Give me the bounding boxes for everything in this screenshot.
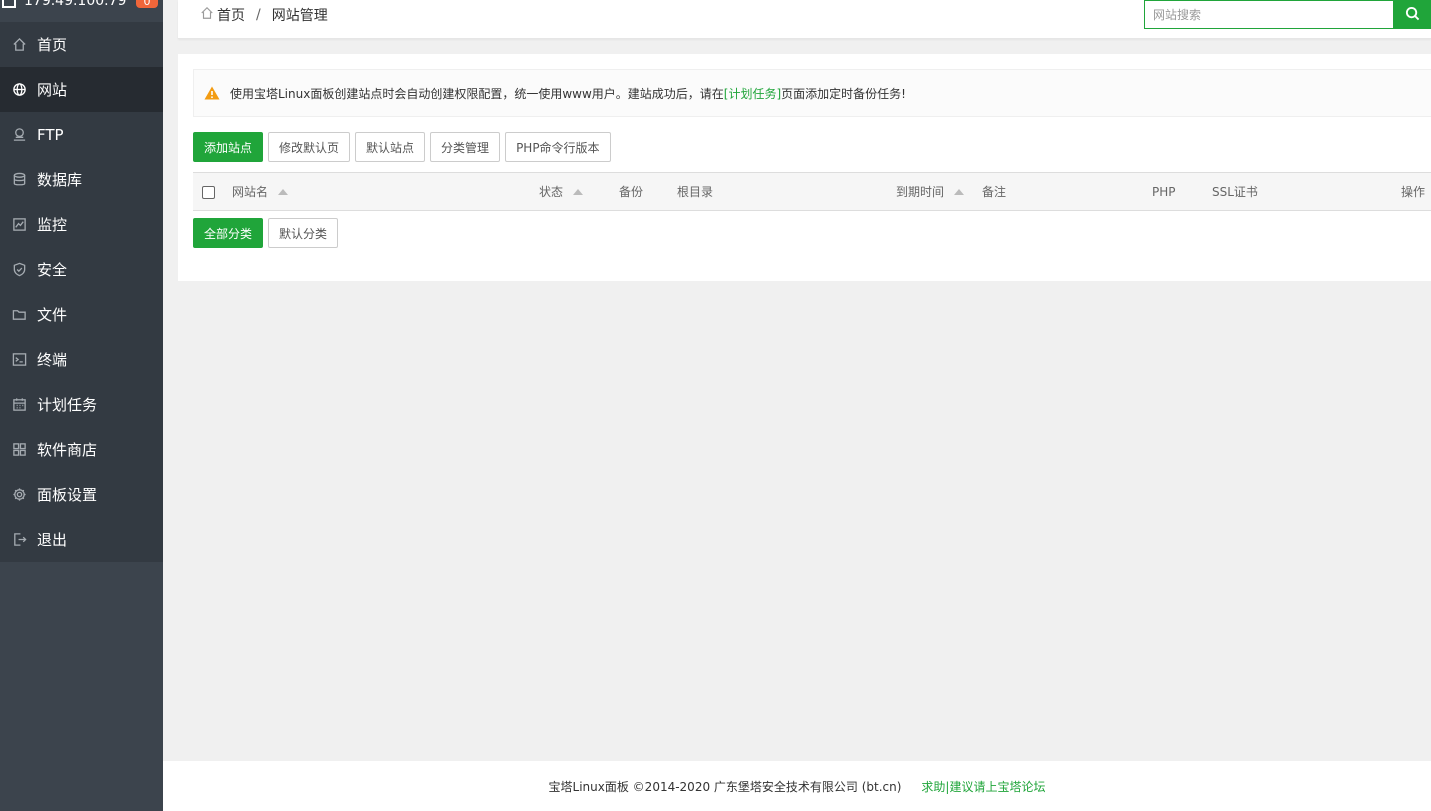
breadcrumb-current: 网站管理 (271, 8, 328, 24)
sidebar-item-label: 计划任务 (37, 396, 98, 414)
sidebar-item-files[interactable]: 文件 (0, 292, 163, 337)
shield-icon (11, 262, 27, 278)
notification-badge[interactable]: 0 (136, 0, 158, 8)
sidebar-item-label: 数据库 (37, 171, 83, 189)
copyright-text: 宝塔Linux面板 ©2014-2020 广东堡塔安全技术有限公司 (bt.cn… (548, 779, 902, 794)
sidebar-item-label: 网站 (37, 81, 68, 99)
category-manage-button[interactable]: 分类管理 (430, 132, 501, 162)
home-icon (11, 37, 27, 53)
breadcrumb-separator: / (256, 7, 261, 23)
column-php: PHP (1152, 173, 1176, 211)
sidebar-item-label: 面板设置 (37, 486, 98, 504)
globe-icon (11, 82, 27, 98)
cron-task-link[interactable]: [计划任务] (724, 85, 781, 102)
sidebar-item-cron[interactable]: 计划任务 (0, 382, 163, 427)
server-icon (2, 0, 16, 8)
sort-up-icon[interactable] (278, 189, 289, 195)
sidebar-item-database[interactable]: 数据库 (0, 157, 163, 202)
sidebar-item-label: FTP (37, 125, 64, 144)
column-label: 根目录 (677, 185, 714, 199)
modify-default-page-button[interactable]: 修改默认页 (268, 132, 351, 162)
table-header: 网站名 状态 备份 根目录 到期时间 备注 PHP SSL证书 操作 (193, 172, 1431, 211)
sort-up-icon[interactable] (573, 189, 584, 195)
info-alert: 使用宝塔Linux面板创建站点时会自动创建权限配置，统一使用www用户。建站成功… (193, 69, 1431, 117)
column-site-name[interactable]: 网站名 (232, 173, 289, 211)
sidebar: 179.49.100.79 0 首页 网站 FTP 数据库 监控 安全 文件 终… (0, 0, 163, 811)
sidebar-header: 179.49.100.79 0 (0, 0, 163, 22)
monitor-icon (11, 217, 27, 233)
category-tabs: 全部分类 默认分类 (193, 218, 343, 248)
sidebar-item-label: 退出 (37, 531, 68, 549)
toolbar: 添加站点 修改默认页 默认站点 分类管理 PHP命令行版本 (193, 132, 616, 162)
column-backup: 备份 (619, 173, 643, 211)
default-site-button[interactable]: 默认站点 (355, 132, 426, 162)
sidebar-item-logout[interactable]: 退出 (0, 517, 163, 562)
sidebar-item-label: 安全 (37, 261, 68, 279)
sidebar-item-label: 软件商店 (37, 441, 98, 459)
column-expire-time[interactable]: 到期时间 (896, 173, 965, 211)
column-label: SSL证书 (1212, 185, 1258, 199)
sidebar-item-home[interactable]: 首页 (0, 22, 163, 67)
breadcrumb-home[interactable]: 首页 (217, 5, 245, 25)
sidebar-item-monitor[interactable]: 监控 (0, 202, 163, 247)
select-all-checkbox[interactable] (202, 185, 215, 199)
category-default-button[interactable]: 默认分类 (268, 218, 339, 248)
terminal-icon (11, 352, 27, 368)
top-bar: 首页 / 网站管理 (178, 0, 1431, 39)
database-icon (11, 172, 27, 188)
search-button[interactable] (1393, 0, 1431, 29)
search-input[interactable] (1145, 1, 1393, 28)
folder-icon (11, 307, 27, 323)
column-label: PHP (1152, 185, 1176, 199)
logout-icon (11, 532, 27, 548)
sort-up-icon[interactable] (954, 189, 965, 195)
search-icon (1405, 6, 1420, 24)
sidebar-item-label: 监控 (37, 216, 68, 234)
select-all-cell (202, 173, 215, 211)
sidebar-item-label: 终端 (37, 351, 68, 369)
sidebar-item-website[interactable]: 网站 (0, 67, 163, 112)
sidebar-item-security[interactable]: 安全 (0, 247, 163, 292)
grid-icon (11, 442, 27, 458)
add-site-button[interactable]: 添加站点 (193, 132, 264, 162)
sidebar-item-terminal[interactable]: 终端 (0, 337, 163, 382)
home-icon[interactable] (200, 6, 217, 24)
calendar-icon (11, 397, 27, 413)
column-label: 操作 (1401, 185, 1426, 199)
site-panel: 使用宝塔Linux面板创建站点时会自动创建权限配置，统一使用www用户。建站成功… (178, 54, 1431, 281)
sidebar-item-store[interactable]: 软件商店 (0, 427, 163, 472)
column-actions: 操作 (1401, 173, 1425, 211)
breadcrumb: 首页 / 网站管理 (200, 5, 328, 25)
column-label: 状态 (539, 185, 564, 199)
sidebar-item-label: 首页 (37, 36, 68, 54)
column-ssl: SSL证书 (1212, 173, 1258, 211)
column-remark: 备注 (982, 173, 1006, 211)
sidebar-item-label: 文件 (37, 306, 68, 324)
column-label: 备注 (982, 185, 1007, 199)
sidebar-nav: 首页 网站 FTP 数据库 监控 安全 文件 终端 计划任务 软件商店 面板设置… (0, 22, 163, 562)
category-all-button[interactable]: 全部分类 (193, 218, 264, 248)
sidebar-item-settings[interactable]: 面板设置 (0, 472, 163, 517)
column-root-dir: 根目录 (677, 173, 713, 211)
warning-icon (204, 86, 220, 100)
column-status[interactable]: 状态 (539, 173, 584, 211)
column-label: 备份 (619, 185, 644, 199)
column-label: 到期时间 (896, 185, 945, 199)
gear-icon (11, 487, 27, 503)
alert-text: 使用宝塔Linux面板创建站点时会自动创建权限配置，统一使用www用户。建站成功… (230, 86, 724, 101)
server-ip: 179.49.100.79 (24, 0, 127, 9)
search-box (1144, 0, 1394, 29)
column-label: 网站名 (232, 185, 269, 199)
sidebar-item-ftp[interactable]: FTP (0, 112, 163, 157)
footer: 宝塔Linux面板 ©2014-2020 广东堡塔安全技术有限公司 (bt.cn… (163, 761, 1431, 811)
php-cli-version-button[interactable]: PHP命令行版本 (505, 132, 611, 162)
alert-text-tail: 页面添加定时备份任务! (781, 86, 906, 101)
ftp-icon (11, 127, 27, 143)
forum-link[interactable]: 求助|建议请上宝塔论坛 (921, 778, 1045, 795)
